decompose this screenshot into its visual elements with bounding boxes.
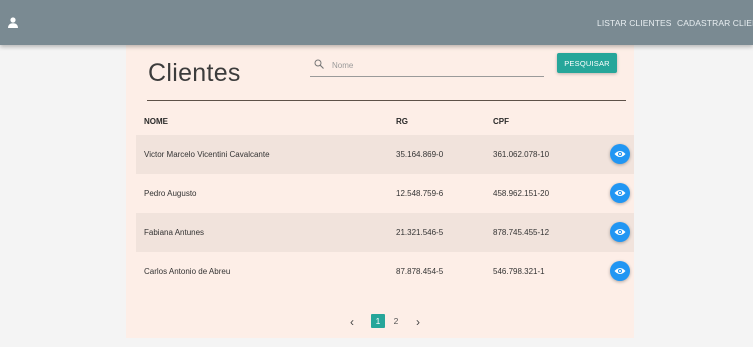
search-icon [314, 59, 324, 69]
eye-icon [614, 268, 626, 274]
column-header-rg: RG [396, 117, 408, 126]
nav-listar-clientes[interactable]: LISTAR CLIENTES [597, 18, 672, 28]
view-client-button[interactable] [610, 261, 630, 281]
eye-icon [614, 229, 626, 235]
table-row: Victor Marcelo Vicentini Cavalcante 35.1… [136, 135, 634, 174]
cell-rg: 87.878.454-5 [396, 267, 444, 276]
title-divider [147, 100, 626, 101]
page-title: Clientes [148, 59, 241, 87]
table-row: Carlos Antonio de Abreu 87.878.454-5 546… [136, 252, 634, 291]
view-client-button[interactable] [610, 183, 630, 203]
column-header-nome: NOME [144, 117, 168, 126]
column-header-cpf: CPF [493, 117, 509, 126]
cell-rg: 12.548.759-6 [396, 189, 444, 198]
person-icon[interactable] [8, 17, 18, 28]
cell-cpf: 878.745.455-12 [493, 228, 550, 237]
cell-rg: 21.321.546-5 [396, 228, 444, 237]
cell-cpf: 458.962.151-20 [493, 189, 550, 198]
view-client-button[interactable] [610, 222, 630, 242]
cell-nome: Pedro Augusto [144, 189, 197, 198]
table-row: Pedro Augusto 12.548.759-6 458.962.151-2… [136, 174, 634, 213]
cell-cpf: 546.798.321-1 [493, 267, 545, 276]
view-client-button[interactable] [610, 144, 630, 164]
search-field [310, 54, 544, 77]
table-row: Fabiana Antunes 21.321.546-5 878.745.455… [136, 213, 634, 252]
eye-icon [614, 151, 626, 157]
pagination-prev-chevron-icon[interactable]: ‹ [350, 315, 354, 329]
cell-nome: Fabiana Antunes [144, 228, 205, 237]
cell-nome: Carlos Antonio de Abreu [144, 267, 231, 276]
pagination-next-chevron-icon[interactable]: › [416, 315, 420, 329]
nav-cadastrar-cliente[interactable]: CADASTRAR CLIENT [677, 18, 753, 28]
eye-icon [614, 190, 626, 196]
cell-nome: Victor Marcelo Vicentini Cavalcante [144, 150, 270, 159]
cell-rg: 35.164.869-0 [396, 150, 444, 159]
cell-cpf: 361.062.078-10 [493, 150, 550, 159]
clients-card: Clientes PESQUISAR NOME RG CPF Victor Ma… [126, 42, 634, 338]
top-navbar: LISTAR CLIENTES CADASTRAR CLIENT [0, 0, 753, 45]
pagination-page-1[interactable]: 1 [371, 314, 385, 328]
search-input[interactable] [330, 56, 539, 74]
search-button[interactable]: PESQUISAR [557, 53, 617, 73]
pagination-page-2[interactable]: 2 [389, 314, 403, 328]
